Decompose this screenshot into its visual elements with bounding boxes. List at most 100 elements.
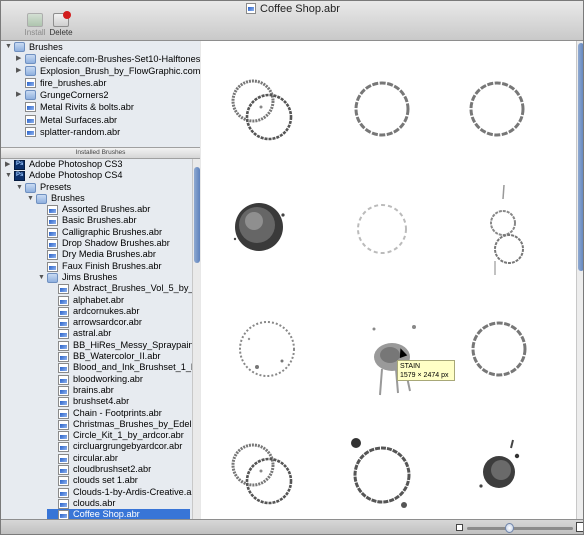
disclosure-expanded-icon[interactable]: ▼ <box>38 272 45 283</box>
bottom_tree-row[interactable]: Faux Finish Brushes.abr <box>1 261 200 272</box>
brush-thumbnail[interactable] <box>459 416 537 516</box>
top_tree-row[interactable]: ▶ eiencafe.com-Brushes-Set10-Halftones <box>1 53 200 65</box>
disclosure-expanded-icon[interactable]: ▼ <box>5 41 12 53</box>
top_tree-row[interactable]: Metal Surfaces.abr <box>1 114 200 126</box>
bottom_tree-row[interactable]: ▼ Adobe Photoshop CS4 <box>1 170 200 181</box>
bottom_tree-row[interactable]: BB_Watercolor_II.abr <box>1 351 200 363</box>
tree-item-label: Metal Rivits & bolts.abr <box>40 102 134 113</box>
bottom_tree-row[interactable]: Christmas_Brushes_by_Edelihu.abr <box>1 419 200 430</box>
thumbnail-size-slider[interactable] <box>467 527 573 530</box>
disclosure-collapsed-icon[interactable]: ▶ <box>5 159 10 170</box>
large-thumbnail-icon[interactable] <box>576 522 583 532</box>
bottom_tree-row[interactable]: Assorted Brushes.abr <box>1 204 200 216</box>
install-icon <box>27 13 43 27</box>
brush-thumbnail[interactable] <box>465 179 543 279</box>
tree-item-label: Brushes <box>51 192 85 203</box>
bottom_tree-row[interactable]: ▼ Presets <box>1 182 200 193</box>
bottom_tree-row[interactable]: Circle_Kit_1_by_ardcor.abr <box>1 430 200 442</box>
bottom_tree-row[interactable]: ardcornukes.abr <box>1 306 200 317</box>
window-title: Coffee Shop.abr <box>1 3 583 15</box>
sidebar-scrollbar[interactable] <box>192 159 200 519</box>
disclosure-expanded-icon[interactable]: ▼ <box>5 170 12 181</box>
brush-thumbnail[interactable] <box>356 299 434 399</box>
tree-item-label: Chain - Footprints.abr <box>73 407 162 418</box>
installed-brushes-pane[interactable]: ▶ Adobe Photoshop CS3 ▼ Adobe Photoshop CS4… <box>1 159 200 519</box>
bottom_tree-row[interactable]: arrowsardcor.abr <box>1 317 200 329</box>
abr-file-icon <box>58 419 69 430</box>
abr-file-icon <box>58 340 69 351</box>
tree-item-label: clouds set 1.abr <box>73 475 138 486</box>
folder-icon <box>25 54 36 65</box>
slider-knob[interactable] <box>505 523 514 533</box>
tree-item-label: Abstract_Brushes_Vol_5_by_rub... <box>73 283 200 294</box>
tree-item-label: fire_brushes.abr <box>40 78 107 89</box>
brush-thumbnail[interactable] <box>221 59 299 159</box>
bottom_tree-row[interactable]: Dry Media Brushes.abr <box>1 249 200 261</box>
brush-thumbnail[interactable] <box>227 299 305 399</box>
bottom_tree-row[interactable]: ▼ Brushes <box>1 193 200 204</box>
top_tree-row[interactable]: fire_brushes.abr <box>1 77 200 89</box>
brush-thumbnail[interactable] <box>342 179 420 279</box>
bottom_tree-row[interactable]: cloudbrushset2.abr <box>1 464 200 476</box>
bottom_tree-row[interactable]: circluargrungebyardcor.abr <box>1 441 200 453</box>
tree-item-label: Christmas_Brushes_by_Edelihu.abr <box>73 418 200 429</box>
bottom_tree-row[interactable]: BB_HiRes_Messy_Spraypaint_CS... <box>1 340 200 351</box>
tree-item-label: Metal Surfaces.abr <box>40 114 118 125</box>
tree-item-label: astral.abr <box>73 328 112 339</box>
brush-thumbnail[interactable] <box>221 179 299 279</box>
tree-item-label: Faux Finish Brushes.abr <box>62 260 162 271</box>
tree-item-label: Coffee Shop.abr <box>73 509 140 519</box>
bottom_tree-row[interactable]: brushset4.abr <box>1 396 200 408</box>
top_tree-row[interactable]: ▶ GrungeCorners2 <box>1 89 200 101</box>
bottom_tree-row[interactable]: Clouds-1-by-Ardis-Creative.abr <box>1 487 200 498</box>
bottom_tree-row[interactable]: clouds.abr <box>1 498 200 509</box>
abr-file-icon <box>58 363 69 374</box>
folder-icon <box>25 182 36 193</box>
brushes-library-pane[interactable]: ▼ Brushes ▶ eiencafe.com-Brushes-Set10-Half… <box>1 41 200 147</box>
bottom_tree-row[interactable]: Calligraphic Brushes.abr <box>1 227 200 238</box>
brush-thumbnail[interactable] <box>340 423 418 523</box>
tree-item-label: alphabet.abr <box>73 294 125 305</box>
delete-button[interactable]: Delete <box>49 11 73 37</box>
bottom_tree-row[interactable]: clouds set 1.abr <box>1 475 200 487</box>
brush-thumbnail[interactable] <box>457 59 535 159</box>
bottom_tree-row[interactable]: Basic Brushes.abr <box>1 215 200 227</box>
brush-thumbnail[interactable] <box>342 59 420 159</box>
bottom_tree-row[interactable]: alphabet.abr <box>1 295 200 306</box>
grid-scrollbar[interactable] <box>576 41 583 519</box>
bottom_tree-row[interactable]: ▼ Jims Brushes <box>1 272 200 283</box>
install-label: Install <box>24 28 46 37</box>
title-bar[interactable]: Coffee Shop.abr Install Delete <box>1 1 583 41</box>
disclosure-collapsed-icon[interactable]: ▶ <box>16 89 21 101</box>
delete-icon <box>53 11 71 27</box>
disclosure-collapsed-icon[interactable]: ▶ <box>16 65 21 77</box>
folder-icon <box>14 42 25 52</box>
bottom_tree-row[interactable]: circular.abr <box>1 453 200 464</box>
bottom_tree-row[interactable]: Coffee Shop.abr <box>47 509 190 519</box>
top_tree-row[interactable]: Metal Rivits & bolts.abr <box>1 101 200 113</box>
top_tree-row[interactable]: ▶ Explosion_Brush_by_FlowGraphic.com <box>1 65 200 77</box>
delete-label: Delete <box>49 28 73 37</box>
disclosure-expanded-icon[interactable]: ▼ <box>16 182 23 193</box>
disclosure-expanded-icon[interactable]: ▼ <box>27 193 34 204</box>
bottom_tree-row[interactable]: Blood_and_Ink_Brushset_1_by_... <box>1 362 200 374</box>
brush-thumbnail[interactable] <box>221 423 299 523</box>
bottom_tree-row[interactable]: Drop Shadow Brushes.abr <box>1 238 200 250</box>
bottom_tree-row[interactable]: Chain - Footprints.abr <box>1 408 200 419</box>
top_tree-row[interactable]: ▼ Brushes <box>1 41 200 53</box>
top_tree-row[interactable]: splatter-random.abr <box>1 126 200 138</box>
install-button[interactable]: Install <box>23 13 47 37</box>
grid-scroll-thumb[interactable] <box>578 43 583 271</box>
sidebar-scroll-thumb[interactable] <box>194 167 200 263</box>
disclosure-collapsed-icon[interactable]: ▶ <box>16 53 21 65</box>
bottom_tree-row[interactable]: bloodworking.abr <box>1 374 200 385</box>
bottom_tree-row[interactable]: brains.abr <box>1 385 200 396</box>
installed-brushes-divider[interactable]: Installed Brushes <box>1 147 200 159</box>
brush-thumbnail[interactable] <box>459 299 537 399</box>
tree-item-label: circular.abr <box>73 452 118 463</box>
bottom_tree-row[interactable]: astral.abr <box>1 328 200 340</box>
abr-file-icon <box>58 284 69 295</box>
bottom_tree-row[interactable]: ▶ Adobe Photoshop CS3 <box>1 159 200 170</box>
bottom_tree-row[interactable]: Abstract_Brushes_Vol_5_by_rub... <box>1 283 200 295</box>
small-thumbnail-icon[interactable] <box>456 524 463 531</box>
